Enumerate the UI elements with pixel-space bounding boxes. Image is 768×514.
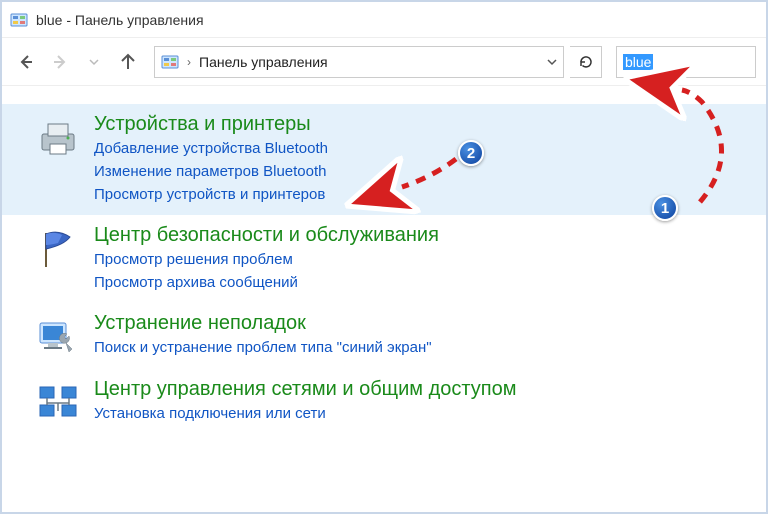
control-panel-icon <box>161 53 179 71</box>
result-title[interactable]: Устройства и принтеры <box>94 112 328 136</box>
result-title[interactable]: Центр управления сетями и общим доступом <box>94 377 517 401</box>
control-panel-window: blue - Панель управления › Панель управл… <box>0 0 768 514</box>
result-title[interactable]: Устранение неполадок <box>94 311 432 335</box>
result-link[interactable]: Поиск и устранение проблем типа "синий э… <box>94 338 432 358</box>
refresh-icon <box>578 54 594 70</box>
troubleshoot-icon <box>36 315 80 359</box>
search-results: Устройства и принтеры Добавление устройс… <box>2 86 766 435</box>
chevron-down-icon <box>547 57 557 67</box>
navbar: › Панель управления blue <box>2 38 766 86</box>
result-link[interactable]: Просмотр устройств и принтеров <box>94 185 328 205</box>
titlebar: blue - Панель управления <box>2 2 766 38</box>
flag-icon <box>36 227 80 271</box>
result-security-maintenance[interactable]: Центр безопасности и обслуживания Просмо… <box>2 215 766 303</box>
forward-button[interactable] <box>46 48 74 76</box>
recent-dropdown[interactable] <box>80 48 108 76</box>
arrow-up-icon <box>119 53 137 71</box>
arrow-left-icon <box>17 53 35 71</box>
result-link[interactable]: Изменение параметров Bluetooth <box>94 162 328 182</box>
address-dropdown[interactable] <box>547 57 557 67</box>
breadcrumb-label[interactable]: Панель управления <box>199 54 328 70</box>
back-button[interactable] <box>12 48 40 76</box>
breadcrumb-separator-icon: › <box>187 55 191 69</box>
refresh-button[interactable] <box>570 46 602 78</box>
result-troubleshooting[interactable]: Устранение неполадок Поиск и устранение … <box>2 303 766 369</box>
control-panel-icon <box>10 11 28 29</box>
result-link[interactable]: Установка подключения или сети <box>94 404 517 424</box>
network-icon <box>36 381 80 425</box>
printer-icon <box>36 116 80 160</box>
chevron-down-icon <box>89 57 99 67</box>
arrow-right-icon <box>51 53 69 71</box>
result-network-sharing[interactable]: Центр управления сетями и общим доступом… <box>2 369 766 435</box>
up-button[interactable] <box>114 48 142 76</box>
result-link[interactable]: Просмотр решения проблем <box>94 250 439 270</box>
address-bar[interactable]: › Панель управления <box>154 46 564 78</box>
result-link[interactable]: Просмотр архива сообщений <box>94 273 439 293</box>
search-input[interactable]: blue <box>616 46 756 78</box>
result-title[interactable]: Центр безопасности и обслуживания <box>94 223 439 247</box>
result-devices-printers[interactable]: Устройства и принтеры Добавление устройс… <box>2 104 766 215</box>
window-title: blue - Панель управления <box>36 12 204 28</box>
result-link[interactable]: Добавление устройства Bluetooth <box>94 139 328 159</box>
search-value: blue <box>623 54 653 70</box>
